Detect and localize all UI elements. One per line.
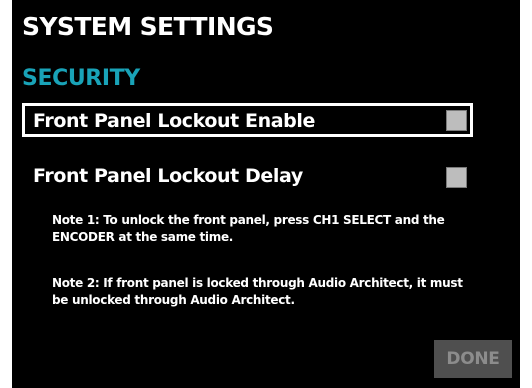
page-title: SYSTEM SETTINGS: [22, 12, 274, 41]
section-heading-security: SECURITY: [22, 66, 140, 91]
settings-screen: SYSTEM SETTINGS SECURITY Front Panel Loc…: [12, 0, 520, 388]
lockout-enable-row[interactable]: Front Panel Lockout Enable: [22, 103, 473, 137]
lockout-delay-checkbox[interactable]: [446, 167, 467, 188]
lockout-delay-row[interactable]: Front Panel Lockout Delay: [22, 160, 473, 194]
done-button[interactable]: DONE: [434, 340, 512, 378]
note-1: Note 1: To unlock the front panel, press…: [52, 213, 445, 244]
note-2: Note 2: If front panel is locked through…: [52, 276, 463, 307]
lockout-enable-label: Front Panel Lockout Enable: [33, 110, 315, 132]
lockout-enable-checkbox[interactable]: [446, 110, 467, 131]
lockout-delay-label: Front Panel Lockout Delay: [33, 165, 303, 187]
